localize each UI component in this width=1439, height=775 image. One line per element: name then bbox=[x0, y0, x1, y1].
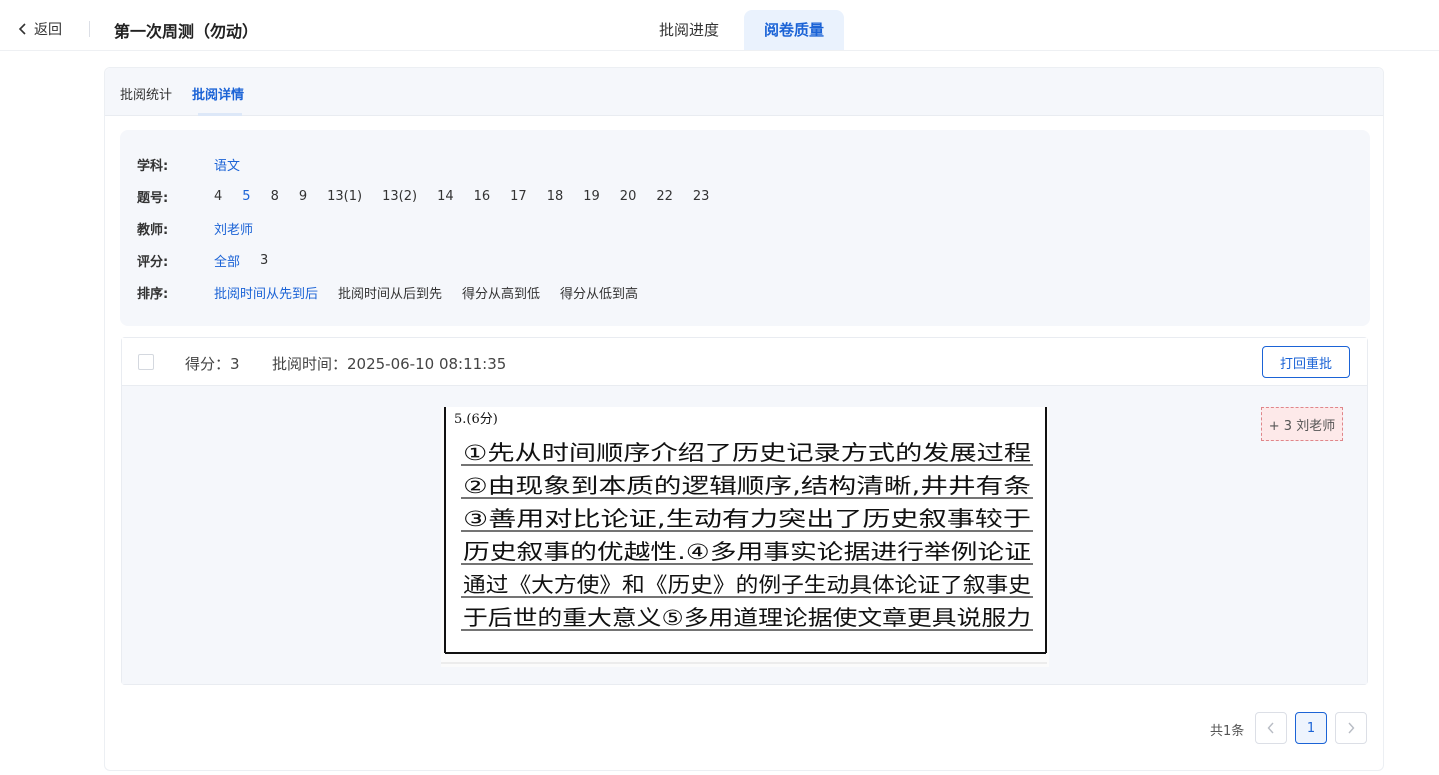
filter-option[interactable]: 8 bbox=[271, 189, 279, 204]
grading-time-text: 批阅时间：2025-06-10 08:11:35 bbox=[272, 355, 507, 373]
filter-option[interactable]: 3 bbox=[260, 253, 268, 268]
chevron-right-icon bbox=[1348, 722, 1355, 734]
next-page-button[interactable] bbox=[1335, 712, 1367, 744]
subtab-bar: 批阅统计 批阅详情 bbox=[105, 68, 1383, 116]
filter-option[interactable]: 23 bbox=[693, 189, 710, 204]
filter-label: 题号: bbox=[137, 190, 169, 206]
filter-row-teacher: 教师: 刘老师 bbox=[137, 218, 273, 238]
scan-handwriting-line: 通过《大方使》和《历史》的例子生动具体论证了叙事史 bbox=[463, 573, 1031, 597]
filter-panel: 学科: 语文 题号: 4 5 8 9 13(1) 13(2) 14 16 17 … bbox=[120, 130, 1370, 326]
filter-option[interactable]: 17 bbox=[510, 189, 527, 204]
filter-row-sort: 排序: 批阅时间从先到后 批阅时间从后到先 得分从高到低 得分从低到高 bbox=[137, 282, 658, 302]
back-label: 返回 bbox=[34, 22, 62, 38]
filter-row-score: 评分: 全部 3 bbox=[137, 250, 288, 270]
filter-option[interactable]: 14 bbox=[437, 189, 454, 204]
select-checkbox[interactable] bbox=[138, 354, 154, 370]
sort-option[interactable]: 批阅时间从先到后 bbox=[214, 283, 318, 302]
sort-option[interactable]: 得分从高到低 bbox=[462, 283, 540, 302]
sort-option[interactable]: 批阅时间从后到先 bbox=[338, 283, 442, 302]
sort-option[interactable]: 得分从低到高 bbox=[560, 283, 638, 302]
filter-option[interactable]: 16 bbox=[474, 189, 491, 204]
tab-grading-progress[interactable]: 批阅进度 bbox=[643, 10, 735, 50]
scan-handwriting-line: ②由现象到本质的逻辑顺序,结构清晰,井井有条 bbox=[463, 474, 1031, 498]
scan-handwriting-line: 于后世的重大意义⑤多用道理论据使文章更具说服力 bbox=[463, 606, 1031, 630]
teacher-mark-tag: + 3 刘老师 bbox=[1261, 407, 1343, 441]
filter-option[interactable]: 刘老师 bbox=[214, 219, 253, 238]
prev-page-button[interactable] bbox=[1255, 712, 1287, 744]
filter-label: 排序: bbox=[137, 286, 169, 302]
subtab-active-indicator bbox=[198, 113, 242, 116]
tab-grading-quality[interactable]: 阅卷质量 bbox=[744, 10, 844, 50]
filter-option[interactable]: 全部 bbox=[214, 251, 240, 270]
answer-card-header: 得分：3 批阅时间：2025-06-10 08:11:35 打回重批 bbox=[122, 338, 1367, 386]
scan-handwriting-line: ③善用对比论证,生动有力突出了历史叙事较于 bbox=[463, 507, 1031, 531]
filter-option[interactable]: 22 bbox=[656, 189, 673, 204]
filter-option[interactable]: 语文 bbox=[214, 155, 240, 174]
filter-option[interactable]: 20 bbox=[620, 189, 637, 204]
filter-option[interactable]: 5 bbox=[242, 189, 250, 204]
graded-answer-card: 得分：3 批阅时间：2025-06-10 08:11:35 打回重批 5.(6分… bbox=[121, 337, 1368, 685]
filter-option[interactable]: 4 bbox=[214, 189, 222, 204]
back-button[interactable]: 返回 bbox=[18, 19, 62, 39]
filter-option[interactable]: 13(2) bbox=[382, 189, 417, 204]
filter-label: 学科: bbox=[137, 158, 169, 174]
filter-label: 评分: bbox=[137, 254, 169, 270]
handwritten-answer-image: 5.(6分) ①先从时间顺序介绍了历史记录方式的发展过程 ②由现象到本质的逻辑顺序… bbox=[441, 407, 1049, 667]
page-title: 第一次周测（勿动） bbox=[114, 22, 259, 41]
page-number-button[interactable]: 1 bbox=[1295, 712, 1327, 744]
main-card: 批阅统计 批阅详情 学科: 语文 题号: 4 5 8 9 13(1) 13(2)… bbox=[104, 67, 1384, 771]
top-bar: 返回 第一次周测（勿动） 批阅进度 阅卷质量 bbox=[0, 0, 1439, 51]
filter-row-question: 题号: 4 5 8 9 13(1) 13(2) 14 16 17 18 19 2… bbox=[137, 186, 729, 206]
scan-handwriting-line: 历史叙事的优越性.④多用事实论据进行举例论证 bbox=[463, 540, 1031, 564]
chevron-left-icon bbox=[1267, 722, 1274, 734]
filter-option[interactable]: 13(1) bbox=[327, 189, 362, 204]
scan-question-label: 5.(6分) bbox=[454, 412, 498, 427]
filter-option[interactable]: 19 bbox=[583, 189, 600, 204]
scan-handwriting-line: ①先从时间顺序介绍了历史记录方式的发展过程 bbox=[463, 441, 1031, 465]
filter-option[interactable]: 9 bbox=[299, 189, 307, 204]
answer-card-body: 5.(6分) ①先从时间顺序介绍了历史记录方式的发展过程 ②由现象到本质的逻辑顺序… bbox=[122, 386, 1367, 684]
chevron-left-icon bbox=[18, 23, 26, 35]
divider bbox=[89, 21, 90, 37]
filter-label: 教师: bbox=[137, 222, 169, 238]
pagination-total: 共1条 bbox=[1210, 724, 1245, 739]
filter-option[interactable]: 18 bbox=[547, 189, 564, 204]
subtab-statistics[interactable]: 批阅统计 bbox=[120, 84, 172, 103]
score-text: 得分：3 bbox=[185, 355, 240, 373]
filter-row-subject: 学科: 语文 bbox=[137, 154, 260, 174]
return-for-regrade-button[interactable]: 打回重批 bbox=[1262, 346, 1350, 378]
subtab-details[interactable]: 批阅详情 bbox=[192, 84, 244, 103]
answer-scan: 5.(6分) ①先从时间顺序介绍了历史记录方式的发展过程 ②由现象到本质的逻辑顺序… bbox=[441, 407, 1047, 664]
